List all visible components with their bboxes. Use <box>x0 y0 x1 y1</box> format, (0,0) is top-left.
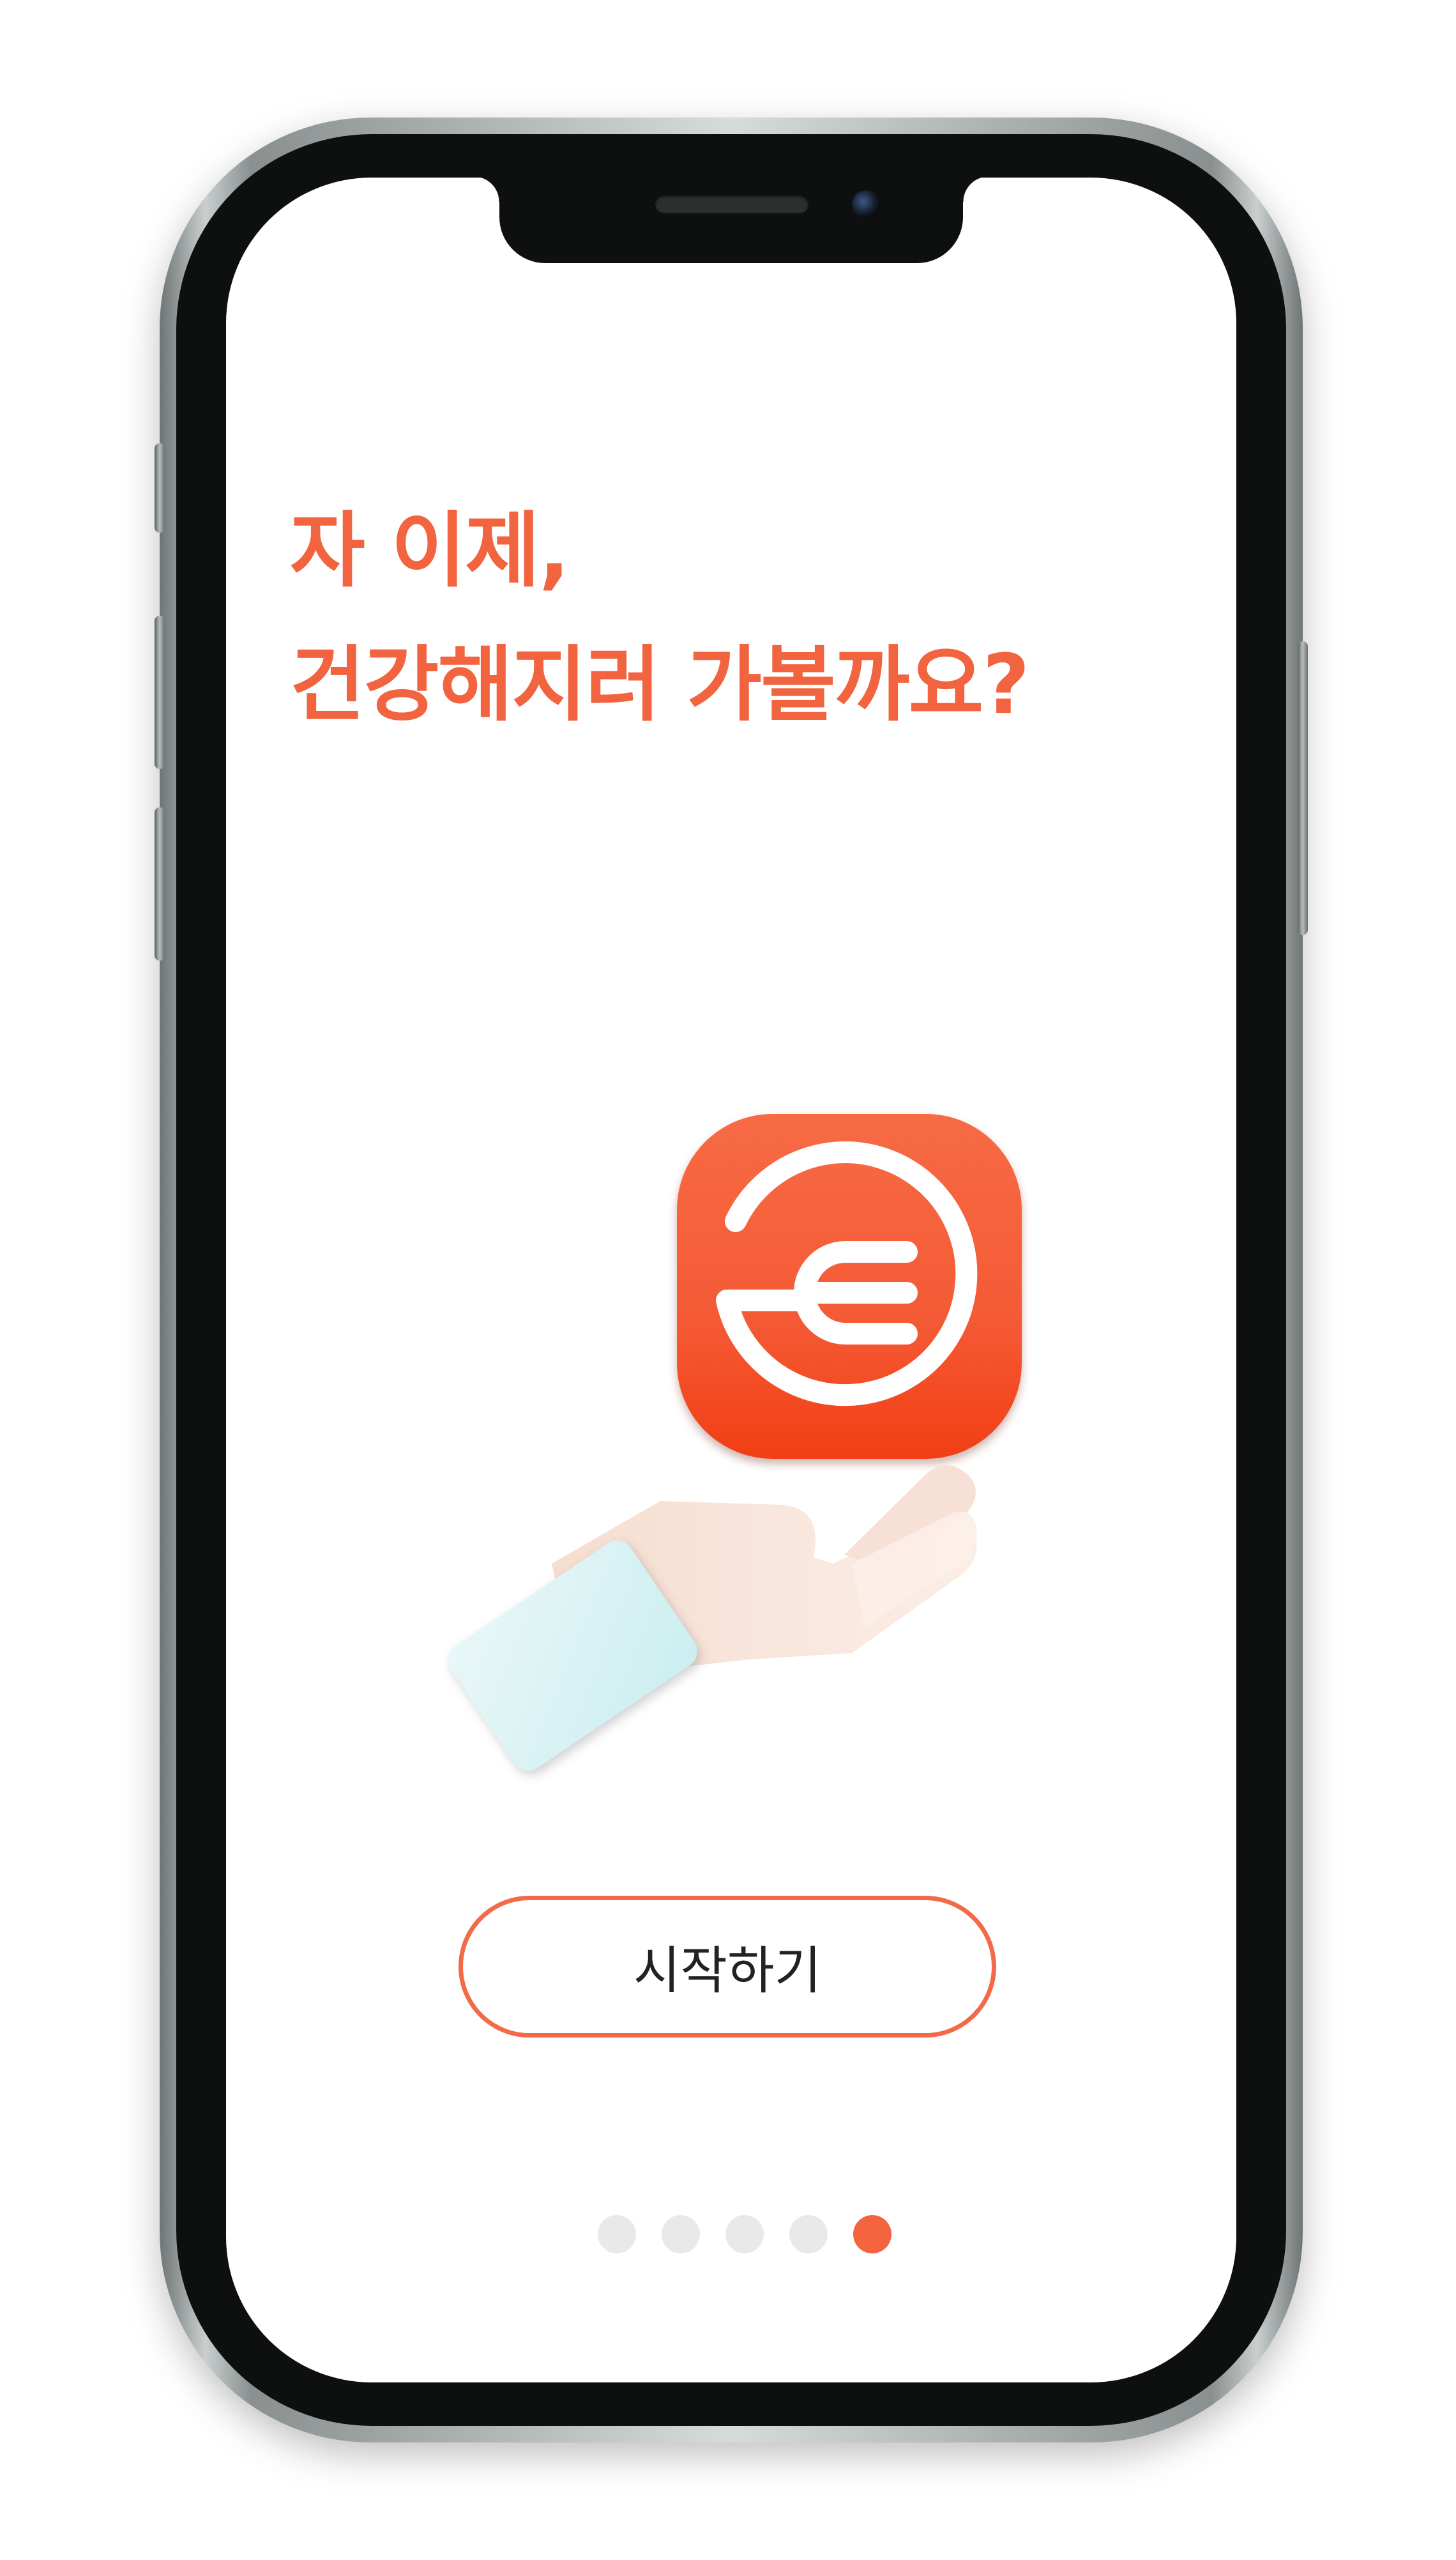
power-button <box>1298 641 1308 935</box>
page-dot-2[interactable] <box>662 2215 700 2253</box>
volume-down-button <box>155 807 165 961</box>
speaker-grille <box>655 195 808 213</box>
page-dot-1[interactable] <box>598 2215 636 2253</box>
page-dot-3[interactable] <box>725 2215 764 2253</box>
start-button[interactable]: 시작하기 <box>459 1896 996 2038</box>
front-camera <box>852 190 880 218</box>
volume-up-button <box>155 616 165 769</box>
page-indicator <box>598 2215 891 2253</box>
mute-switch <box>155 443 165 533</box>
notch <box>474 178 989 263</box>
page-dot-5-active[interactable] <box>853 2215 891 2253</box>
headline-line-1: 자 이제, <box>290 503 570 598</box>
phone-screen: 자 이제, 건강해지러 가볼까요? 시작하기 <box>226 178 1236 2382</box>
hand-offering-illustration <box>448 1465 977 1771</box>
onboarding-headline: 자 이제, 건강해지러 가볼까요? <box>290 484 1030 752</box>
fork-logo-icon <box>677 1114 1022 1459</box>
page-dot-4[interactable] <box>789 2215 828 2253</box>
headline-line-2: 건강해지러 가볼까요? <box>290 637 1030 733</box>
phone-frame: 자 이제, 건강해지러 가볼까요? 시작하기 <box>155 118 1308 2442</box>
